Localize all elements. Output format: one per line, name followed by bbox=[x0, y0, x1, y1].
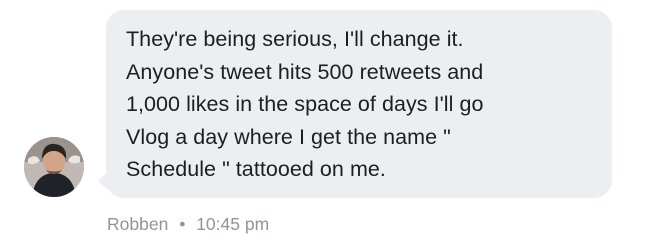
sender-name[interactable]: Robben bbox=[107, 214, 168, 234]
message-time: 10:45 pm bbox=[196, 214, 270, 234]
separator-dot: • bbox=[179, 214, 186, 234]
sender-avatar[interactable] bbox=[24, 137, 84, 197]
message-row: They're being serious, I'll change it. A… bbox=[0, 0, 667, 242]
message-meta: Robben • 10:45 pm bbox=[107, 212, 269, 236]
avatar-photo-icon bbox=[24, 137, 84, 197]
message-bubble[interactable]: They're being serious, I'll change it. A… bbox=[98, 10, 612, 198]
message-text: They're being serious, I'll change it. A… bbox=[126, 27, 484, 181]
